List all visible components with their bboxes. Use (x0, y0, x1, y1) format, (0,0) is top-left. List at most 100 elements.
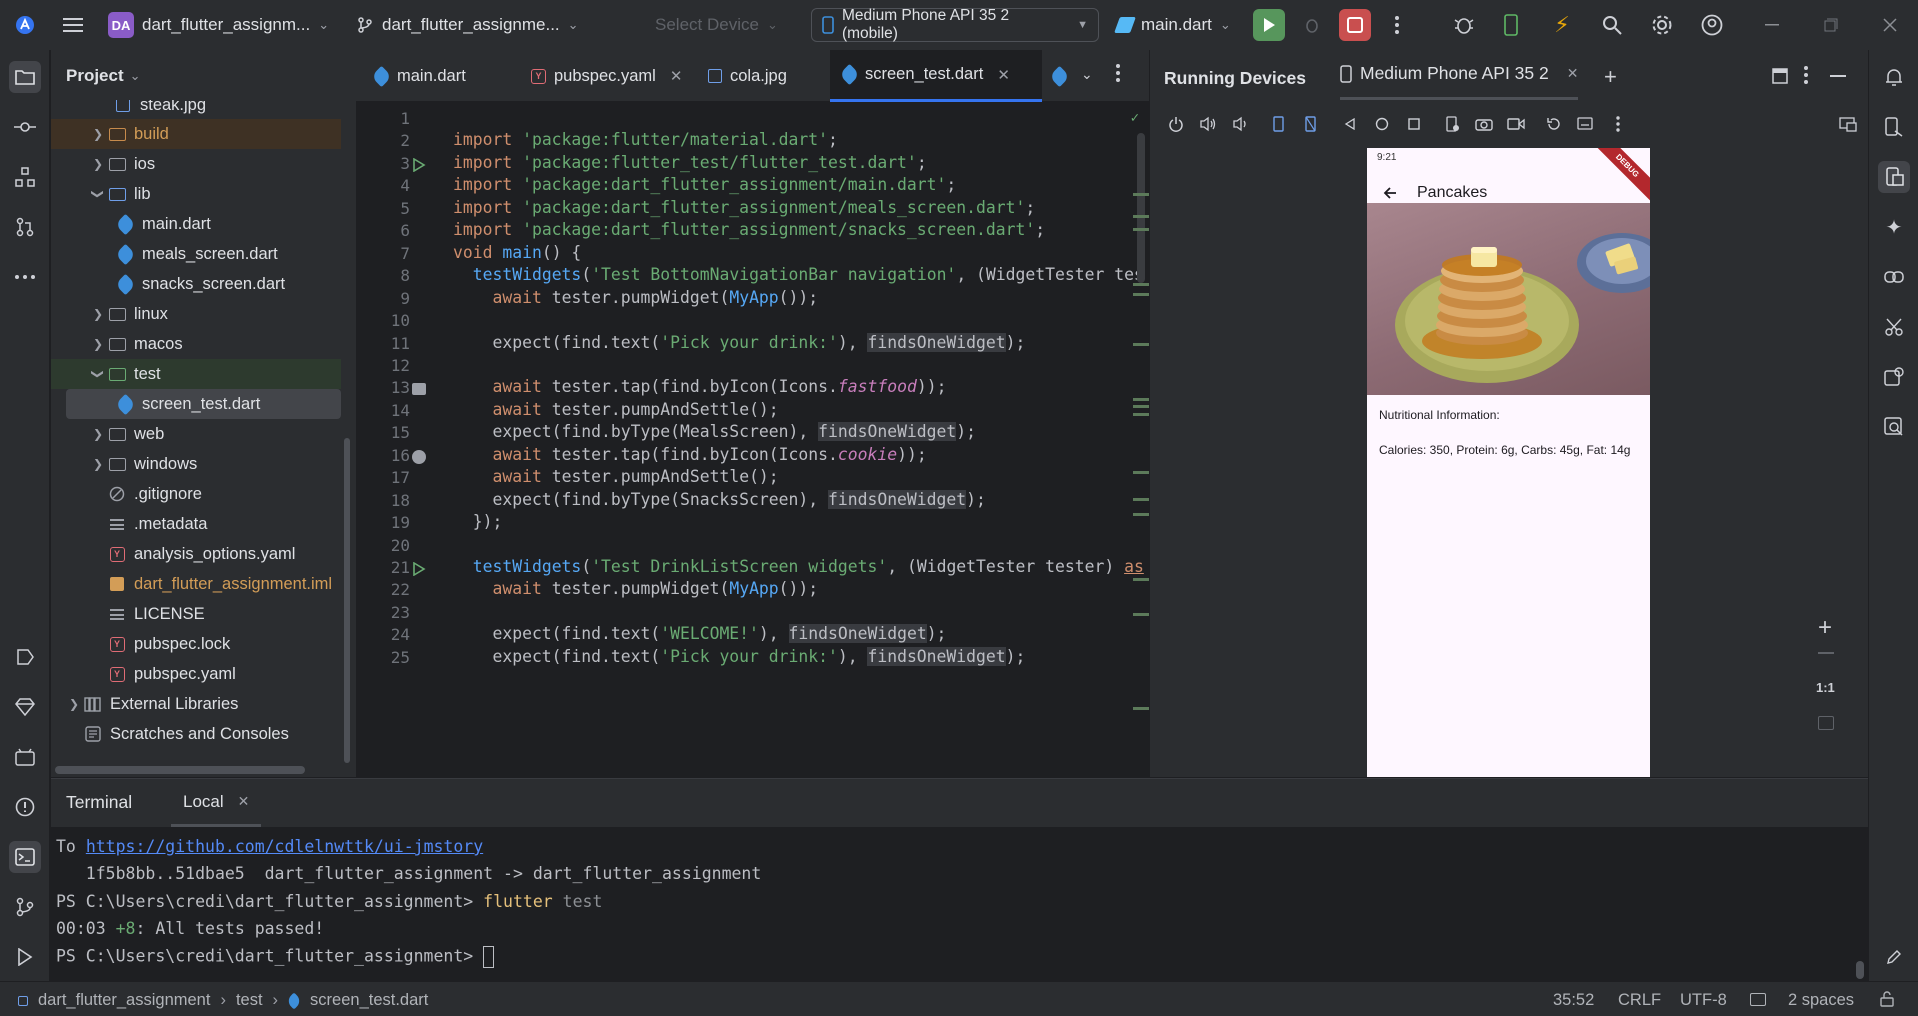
device-settings-icon[interactable] (1442, 114, 1462, 134)
tree-item-scratches[interactable]: Scratches and Consoles (51, 719, 341, 749)
snapshots-icon[interactable] (1576, 114, 1596, 134)
add-device-icon[interactable]: + (1604, 64, 1617, 90)
device-manager-side-icon[interactable] (1878, 111, 1910, 143)
line-ending[interactable]: CRLF (1618, 991, 1661, 1010)
version-control-icon[interactable] (9, 891, 41, 923)
code-line[interactable]: void main() { (453, 243, 581, 262)
tree-item-license[interactable]: LICENSE (51, 599, 341, 629)
lock-icon[interactable] (1880, 991, 1894, 1012)
project-selector[interactable]: DA dart_flutter_assignm... ⌄ (108, 0, 329, 50)
tree-item-iml[interactable]: dart_flutter_assignment.iml (51, 569, 341, 599)
terminal-tab-local[interactable]: Local ✕ (171, 779, 262, 827)
app-inspection-icon[interactable] (9, 741, 41, 773)
tree-item-linux[interactable]: ❯ linux (51, 299, 341, 329)
link-icon[interactable] (1878, 261, 1910, 293)
tree-item-web[interactable]: ❯ web (51, 419, 341, 449)
code-line[interactable]: await tester.tap(find.byIcon(Icons.cooki… (453, 445, 926, 464)
main-menu-icon[interactable] (55, 7, 91, 43)
tree-item-main-dart[interactable]: main.dart (51, 209, 341, 239)
code-line[interactable]: await tester.pumpWidget(MyApp()); (453, 579, 818, 598)
code-line[interactable]: expect(find.text('Pick your drink:'), fi… (453, 646, 1025, 666)
tree-item[interactable]: steak.jpg (51, 100, 341, 120)
zoom-in-icon[interactable]: + (1818, 614, 1832, 642)
build-variants-icon[interactable] (9, 641, 41, 673)
tree-item-pubspec-lock[interactable]: Y pubspec.lock (51, 629, 341, 659)
reset-icon[interactable] (1544, 114, 1564, 134)
more-actions-icon[interactable] (1379, 7, 1415, 43)
tree-item-pubspec-yaml[interactable]: Y pubspec.yaml (51, 659, 341, 689)
comment-icon[interactable] (1750, 993, 1766, 1006)
zoom-actual-size[interactable]: 1:1 (1816, 680, 1835, 695)
indent-setting[interactable]: 2 spaces (1788, 991, 1854, 1010)
project-horizontal-scrollbar[interactable] (55, 766, 305, 774)
rotate-left-icon[interactable] (1268, 114, 1288, 134)
tree-item-analysis-options[interactable]: Y analysis_options.yaml (51, 539, 341, 569)
code-line[interactable]: }); (453, 512, 503, 531)
tree-item-lib[interactable]: ❯ lib (51, 179, 341, 209)
breadcrumb-item[interactable]: screen_test.dart (310, 991, 428, 1010)
tree-item-windows[interactable]: ❯ windows (51, 449, 341, 479)
code-line[interactable]: testWidgets('Test BottomNavigationBar na… (453, 265, 1144, 284)
tab-pubspec-yaml[interactable]: Y pubspec.yaml ✕ (519, 50, 694, 102)
minimize-icon[interactable] (1754, 7, 1790, 43)
tree-item-gitignore[interactable]: .gitignore (51, 479, 341, 509)
debug-button[interactable] (1296, 9, 1328, 41)
toolbar-more-icon[interactable] (1608, 114, 1628, 134)
code-line[interactable]: import 'package:dart_flutter_assignment/… (453, 175, 956, 194)
code-line[interactable]: await tester.pumpAndSettle(); (453, 400, 778, 419)
more-tools-icon[interactable] (9, 261, 41, 293)
terminal-tool-icon[interactable] (9, 841, 41, 873)
tab-overflow[interactable] (1044, 50, 1075, 102)
attach-debugger-icon[interactable] (1446, 7, 1482, 43)
close-tab-icon[interactable]: ✕ (997, 66, 1010, 84)
tabs-dropdown-icon[interactable]: ⌄ (1081, 66, 1093, 83)
record-video-icon[interactable] (1506, 114, 1526, 134)
account-icon[interactable] (1694, 7, 1730, 43)
hot-reload-icon[interactable]: ⚡ (1544, 7, 1580, 43)
run-config-selector[interactable]: main.dart ⌄ (1114, 0, 1231, 50)
tree-item-metadata[interactable]: .metadata (51, 509, 341, 539)
tabs-more-icon[interactable] (1116, 64, 1120, 87)
overview-icon[interactable] (1404, 114, 1424, 134)
problems-icon[interactable] (9, 791, 41, 823)
project-tool-icon[interactable] (9, 61, 41, 93)
tree-item-test[interactable]: ❯ test (51, 359, 341, 389)
tab-screen-test-dart[interactable]: screen_test.dart ✕ (830, 50, 1042, 102)
branch-selector[interactable]: dart_flutter_assignme... ⌄ (356, 0, 579, 50)
tab-cola-jpg[interactable]: cola.jpg (696, 50, 799, 102)
gemini-icon[interactable]: ✦ (1878, 211, 1910, 243)
notifications-icon[interactable] (1878, 61, 1910, 93)
terminal-cursor[interactable] (483, 946, 495, 968)
scissors-icon[interactable] (1878, 311, 1910, 343)
running-device-selector[interactable]: Medium Phone API 35 2 (mobile) ▼ (811, 7, 1099, 42)
tree-item-ios[interactable]: ❯ ios (51, 149, 341, 179)
tree-item-build[interactable]: ❯ build (51, 119, 341, 149)
volume-up-icon[interactable] (1198, 114, 1218, 134)
code-line[interactable]: import 'package:dart_flutter_assignment/… (453, 220, 1045, 239)
inspection-ok-icon[interactable]: ✓ (1131, 110, 1139, 126)
editor-scrollbar[interactable] (1137, 133, 1145, 283)
structure-icon[interactable] (9, 161, 41, 193)
home-icon[interactable] (1372, 114, 1392, 134)
tree-item-snacks-screen[interactable]: snacks_screen.dart (51, 269, 341, 299)
commit-icon[interactable] (9, 111, 41, 143)
code-line[interactable]: expect(find.byType(SnacksScreen), findsO… (453, 489, 986, 509)
code-line[interactable]: import 'package:dart_flutter_assignment/… (453, 198, 1035, 217)
file-encoding[interactable]: UTF-8 (1680, 991, 1727, 1010)
restore-icon[interactable] (1813, 7, 1849, 43)
volume-down-icon[interactable] (1230, 114, 1250, 134)
mirror-display-icon[interactable] (1838, 114, 1858, 134)
close-tab-icon[interactable]: ✕ (1567, 65, 1579, 82)
gem-icon[interactable] (9, 691, 41, 723)
run-test-gutter-icon[interactable] (410, 156, 428, 174)
back-icon[interactable] (1340, 114, 1360, 134)
terminal-scrollbar[interactable] (1856, 961, 1864, 979)
device-tab[interactable]: Medium Phone API 35 2 ✕ (1340, 50, 1579, 100)
close-tab-icon[interactable]: ✕ (670, 67, 683, 85)
terminal-panel[interactable]: Terminal Local ✕ To https://github.com/c… (51, 778, 1868, 981)
tree-item-external-libraries[interactable]: ❯ External Libraries (51, 689, 341, 719)
emulator-icon[interactable] (1878, 361, 1910, 393)
phone-screen[interactable]: 9:21 ▼▮ DEBUG Pancakes Nu (1367, 148, 1650, 777)
tree-item-meals-screen[interactable]: meals_screen.dart (51, 239, 341, 269)
rotate-right-icon[interactable] (1300, 114, 1320, 134)
